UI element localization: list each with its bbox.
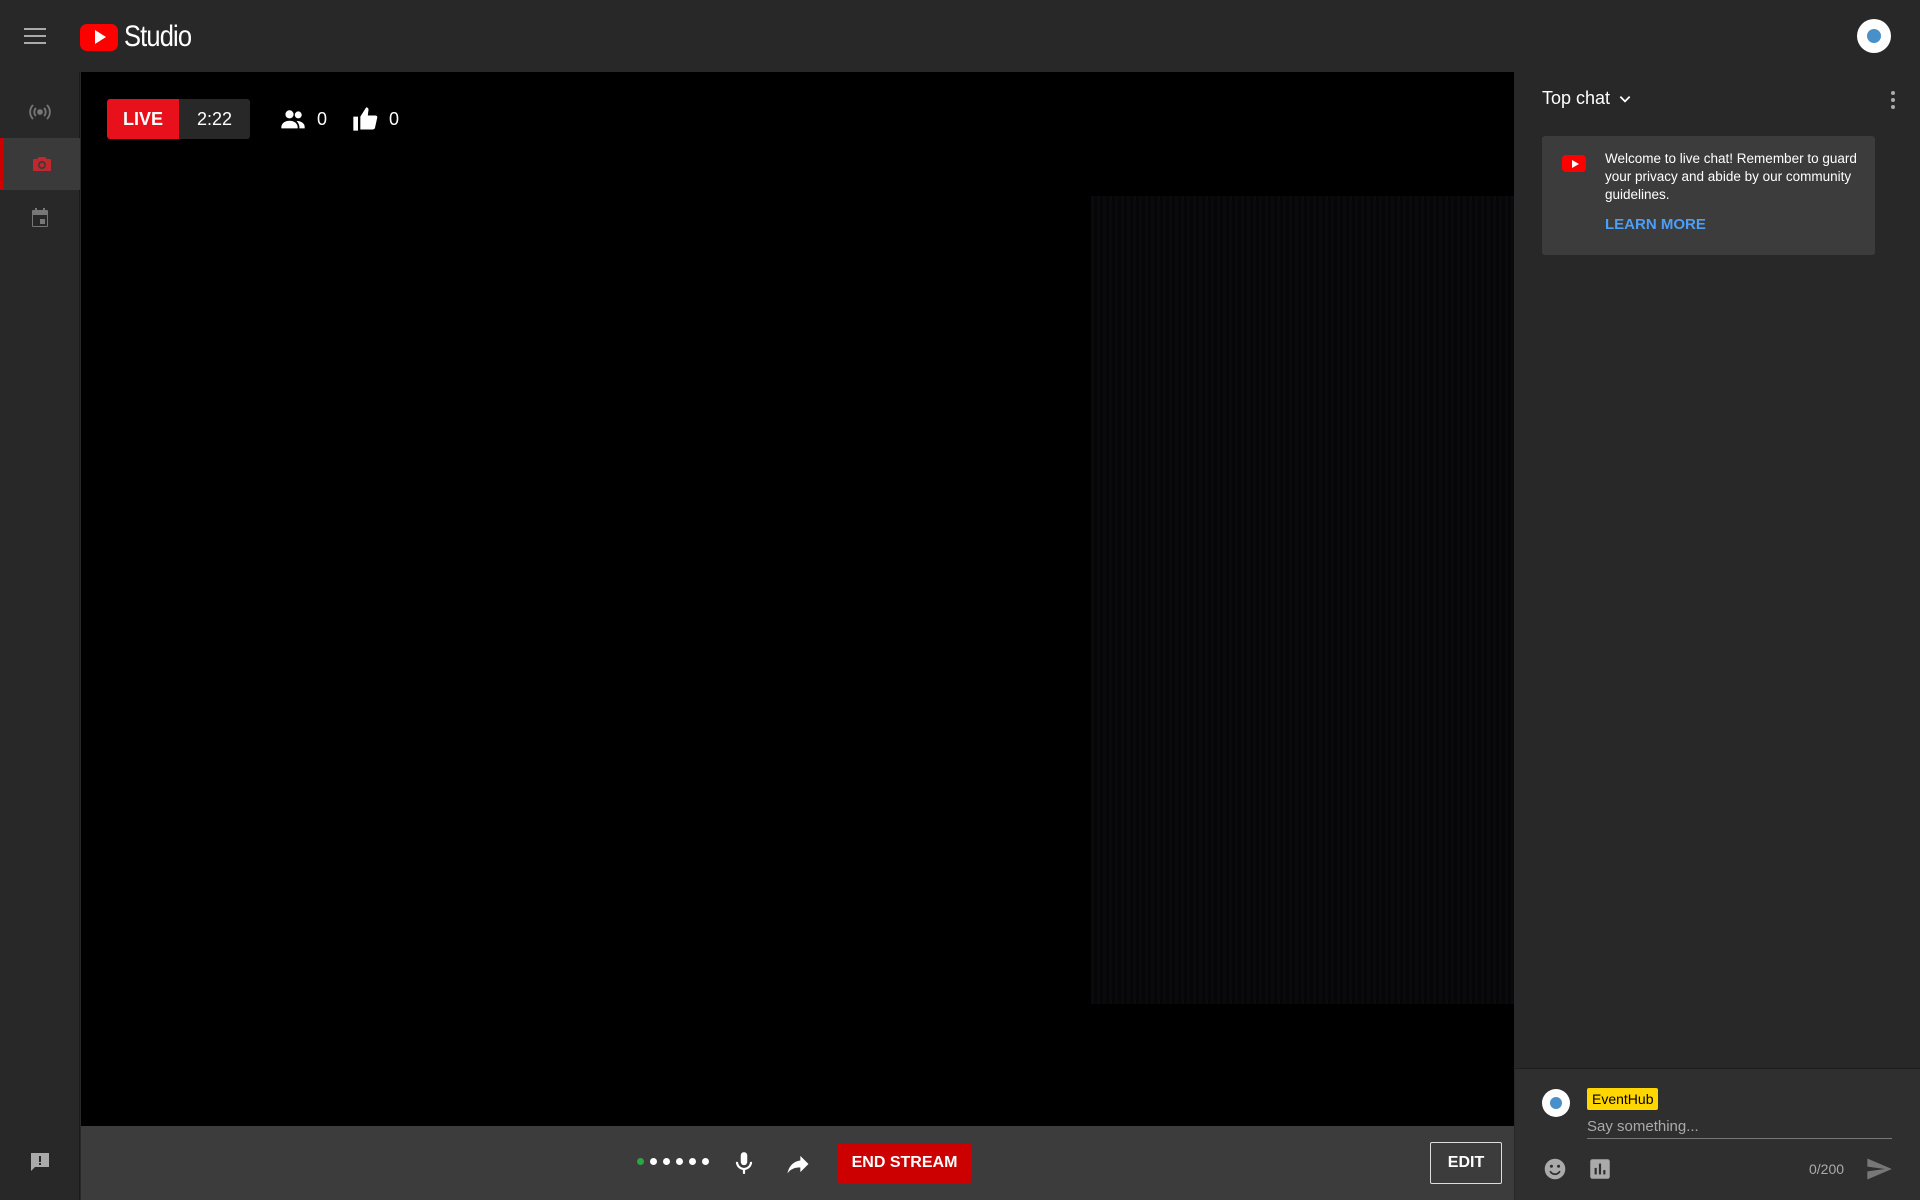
microphone-icon[interactable] bbox=[731, 1150, 757, 1176]
camera-icon bbox=[33, 157, 51, 171]
share-icon[interactable] bbox=[784, 1150, 812, 1178]
top-bar: Studio bbox=[0, 0, 1920, 72]
like-count: 0 bbox=[351, 105, 399, 133]
youtube-icon bbox=[1562, 155, 1586, 172]
stream-preview: LIVE 2:22 0 0 bbox=[81, 72, 1514, 1126]
left-nav bbox=[0, 72, 80, 1200]
end-stream-button[interactable]: END STREAM bbox=[838, 1143, 971, 1183]
author-name-badge: EventHub bbox=[1587, 1088, 1659, 1110]
account-avatar[interactable] bbox=[1857, 19, 1891, 53]
nav-item-manage[interactable] bbox=[0, 192, 80, 244]
logo-text: Studio bbox=[124, 20, 192, 53]
chat-header: Top chat bbox=[1515, 72, 1920, 126]
connection-health-indicator[interactable] bbox=[637, 1158, 709, 1165]
nav-item-stream[interactable] bbox=[0, 86, 80, 138]
emoji-icon[interactable] bbox=[1542, 1156, 1568, 1182]
avatar bbox=[1542, 1089, 1570, 1117]
elapsed-time: 2:22 bbox=[179, 99, 250, 139]
feedback-icon[interactable] bbox=[28, 1150, 52, 1174]
viewer-count-value: 0 bbox=[317, 108, 328, 129]
edit-button[interactable]: EDIT bbox=[1430, 1142, 1502, 1184]
video-frame bbox=[1091, 196, 1514, 1004]
live-chat-panel: Top chat Welcome to live chat! Remember … bbox=[1515, 72, 1920, 1200]
live-status: LIVE 2:22 bbox=[107, 99, 250, 139]
people-icon bbox=[281, 110, 305, 129]
chat-mode-dropdown[interactable]: Top chat bbox=[1542, 88, 1632, 109]
poll-icon[interactable] bbox=[1587, 1156, 1613, 1182]
send-icon[interactable] bbox=[1865, 1155, 1893, 1183]
learn-more-link[interactable]: LEARN MORE bbox=[1605, 216, 1706, 233]
more-options-icon[interactable] bbox=[1883, 88, 1903, 112]
thumbs-up-icon bbox=[353, 107, 378, 131]
calendar-icon bbox=[32, 208, 48, 227]
chevron-down-icon bbox=[1619, 95, 1631, 103]
welcome-message: Welcome to live chat! Remember to guard … bbox=[1605, 151, 1857, 202]
stream-control-bar: END STREAM EDIT bbox=[81, 1126, 1514, 1200]
chat-message-input[interactable] bbox=[1587, 1115, 1892, 1139]
viewer-count: 0 bbox=[279, 105, 327, 133]
chat-compose-box: EventHub 0/200 bbox=[1515, 1068, 1920, 1200]
nav-item-webcam[interactable] bbox=[0, 138, 80, 190]
menu-icon[interactable] bbox=[24, 24, 56, 48]
character-counter: 0/200 bbox=[1809, 1161, 1845, 1177]
chat-mode-label: Top chat bbox=[1542, 88, 1611, 108]
live-broadcast-icon bbox=[29, 104, 51, 120]
youtube-logo-icon bbox=[80, 23, 118, 51]
live-badge: LIVE bbox=[107, 99, 179, 139]
studio-logo[interactable]: Studio bbox=[80, 20, 203, 54]
like-count-value: 0 bbox=[389, 108, 400, 129]
chat-welcome-card: Welcome to live chat! Remember to guard … bbox=[1542, 136, 1875, 255]
